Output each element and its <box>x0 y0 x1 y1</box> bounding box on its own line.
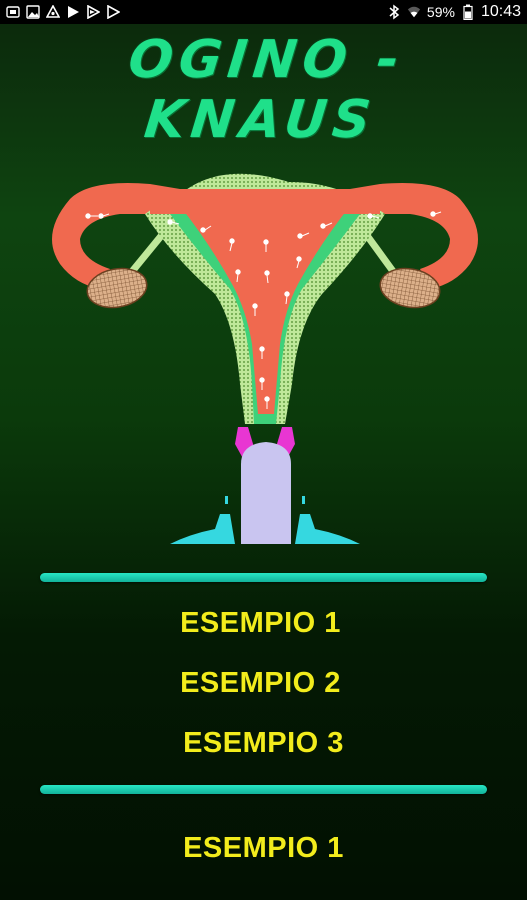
menu-item-esempio-3[interactable]: ESEMPIO 3 <box>0 727 527 760</box>
app-screen: OGINO - KNAUS ESEMPIO 1 ESEMPIO 2 ESEMPI… <box>0 24 527 900</box>
battery-icon <box>461 4 475 20</box>
clock: 10:43 <box>480 3 521 20</box>
app-title: OGINO - KNAUS <box>125 30 408 150</box>
system-icons: 59% 10:43 <box>387 3 527 21</box>
play-store-icon <box>86 5 100 19</box>
play-games-icon <box>106 5 120 19</box>
menu-item-esempio-2[interactable]: ESEMPIO 2 <box>0 667 524 700</box>
menu-item-esempio-1[interactable]: ESEMPIO 1 <box>0 607 524 640</box>
uterus-illustration <box>52 173 478 544</box>
divider-top <box>40 573 487 582</box>
wifi-icon <box>407 5 421 19</box>
gallery-icon <box>26 5 40 19</box>
play-store-icon <box>66 5 80 19</box>
divider-bottom <box>40 785 487 794</box>
cloud-sync-icon <box>46 5 60 19</box>
notification-icons <box>0 5 120 19</box>
menu-item-esempio-1-second[interactable]: ESEMPIO 1 <box>0 832 527 865</box>
bluetooth-icon <box>387 4 401 20</box>
status-bar: 59% 10:43 <box>0 0 527 24</box>
battery-percent: 59% <box>426 4 455 20</box>
screenshot-icon <box>6 5 20 19</box>
